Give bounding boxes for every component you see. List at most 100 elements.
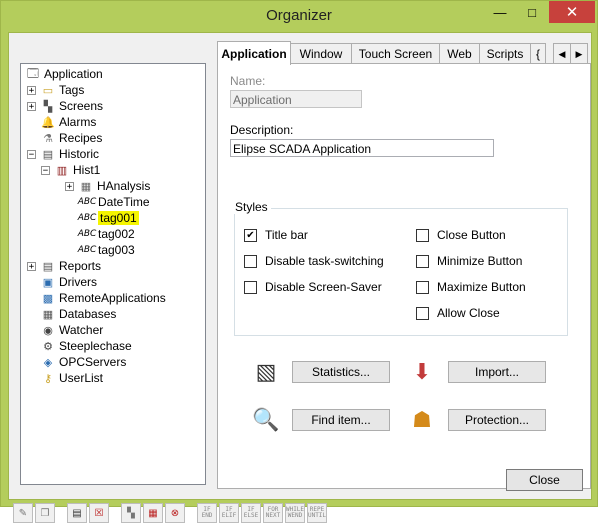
connect-icon[interactable]: ⊗ xyxy=(165,503,185,523)
application-icon: 🗔 xyxy=(27,67,39,80)
while-wend-button[interactable]: WHILE WEND xyxy=(285,503,305,523)
if-else-button[interactable]: IF ELSE xyxy=(241,503,261,523)
statistics-button[interactable]: Statistics... xyxy=(292,361,390,383)
copy-icon[interactable]: ❐ xyxy=(35,503,55,523)
statistics-icon: ▧ xyxy=(255,359,277,384)
tree-item-hist1[interactable]: − ▥ Hist1 xyxy=(41,162,100,178)
tab-application[interactable]: Application xyxy=(217,41,291,65)
check-icon: ✔ xyxy=(244,228,257,242)
tab-touch-screen[interactable]: Touch Screen xyxy=(351,43,440,64)
drivers-icon: ▣ xyxy=(42,276,54,289)
protection-icon: ☗ xyxy=(412,407,432,432)
tab-scroll-right-button[interactable]: ▶ xyxy=(570,43,588,64)
organizer-tree[interactable]: 🗔 Application + ▭ Tags + ▚ Screens 🔔 Ala… xyxy=(20,63,206,485)
tree-item-label: OPCServers xyxy=(59,355,127,369)
tree-item-application[interactable]: 🗔 Application xyxy=(25,66,103,82)
expand-icon[interactable]: + xyxy=(27,101,36,111)
maximize-button-checkbox[interactable]: Maximize Button xyxy=(416,280,526,294)
tab-scroll-left-button[interactable]: ◀ xyxy=(553,43,571,64)
tree-item-tags[interactable]: + ▭ Tags xyxy=(27,82,84,98)
tree-item-tag002[interactable]: ABC tag002 xyxy=(77,226,135,242)
tree-item-recipes[interactable]: ⚗ Recipes xyxy=(40,130,102,146)
close-window-button[interactable]: ✕ xyxy=(549,1,595,23)
tree-item-label: Application xyxy=(44,67,103,81)
checkbox-label: Disable Screen-Saver xyxy=(265,280,382,294)
tree-item-userlist[interactable]: ⚷ UserList xyxy=(40,370,103,386)
tree-item-label: tag003 xyxy=(98,243,135,257)
close-button-checkbox[interactable]: Close Button xyxy=(416,228,506,242)
key-icon: ⚷ xyxy=(43,372,53,385)
database-icon: ▦ xyxy=(42,308,54,321)
collapse-icon[interactable]: − xyxy=(27,149,36,159)
abc-icon: ABC xyxy=(77,245,97,255)
checkbox-box xyxy=(416,254,429,268)
tree-item-screens[interactable]: + ▚ Screens xyxy=(27,98,103,114)
abc-icon: ABC xyxy=(77,197,97,207)
tree-item-drivers[interactable]: ▣ Drivers xyxy=(40,274,97,290)
tree-item-steeplechase[interactable]: ⚙ Steeplechase xyxy=(40,338,132,354)
maximize-button[interactable]: □ xyxy=(517,1,547,23)
find-item-button[interactable]: Find item... xyxy=(292,409,390,431)
tree-item-reports[interactable]: + ▤ Reports xyxy=(27,258,101,274)
tab-partial[interactable]: { xyxy=(530,43,546,64)
tree-item-tag003[interactable]: ABC tag003 xyxy=(77,242,135,258)
tree-item-watcher[interactable]: ◉ Watcher xyxy=(40,322,103,338)
checkbox-box xyxy=(244,280,257,294)
hist-icon: ▥ xyxy=(56,164,68,177)
name-field[interactable]: Application xyxy=(230,90,362,108)
tree-item-historic[interactable]: − ▤ Historic xyxy=(27,146,99,162)
expand-icon[interactable]: + xyxy=(65,181,74,191)
delete-table-icon[interactable]: ☒ xyxy=(89,503,109,523)
repeat-until-button[interactable]: REPE UNTIL xyxy=(307,503,327,523)
disable-task-switching-checkbox[interactable]: Disable task-switching xyxy=(244,254,384,268)
tree-item-datetime[interactable]: ABC DateTime xyxy=(77,194,150,210)
if-elif-button[interactable]: IF ELIF xyxy=(219,503,239,523)
eraser-icon[interactable]: ✎ xyxy=(13,503,33,523)
organizer-window: Organizer — □ ✕ 🗔 Application + ▭ Tags +… xyxy=(0,0,598,523)
tree-item-opcservers[interactable]: ◈ OPCServers xyxy=(40,354,127,370)
minimize-button-checkbox[interactable]: Minimize Button xyxy=(416,254,522,268)
name-label: Name: xyxy=(230,74,266,88)
opc-icon: ◈ xyxy=(43,356,53,369)
tab-window[interactable]: Window xyxy=(290,43,352,64)
expand-icon[interactable]: + xyxy=(27,85,36,95)
for-next-button[interactable]: FOR NEXT xyxy=(263,503,283,523)
chart-add-icon[interactable]: ▚ xyxy=(121,503,141,523)
if-end-button[interactable]: IF END xyxy=(197,503,217,523)
tree-item-label: Screens xyxy=(59,99,104,113)
checkbox-box xyxy=(244,254,257,268)
alarm-bell-icon: 🔔 xyxy=(41,116,55,129)
allow-close-checkbox[interactable]: Allow Close xyxy=(416,306,500,320)
minimize-button[interactable]: — xyxy=(485,1,515,23)
tags-icon: ▭ xyxy=(42,84,54,97)
table-icon[interactable]: ▤ xyxy=(67,503,87,523)
tab-scripts[interactable]: Scripts xyxy=(479,43,531,64)
recipes-icon: ⚗ xyxy=(43,132,53,145)
expand-icon[interactable]: + xyxy=(27,261,36,271)
tree-item-alarms[interactable]: 🔔 Alarms xyxy=(40,114,96,130)
tree-item-remoteapplications[interactable]: ▩ RemoteApplications xyxy=(40,290,166,306)
close-button[interactable]: Close xyxy=(506,469,583,491)
historic-icon: ▤ xyxy=(42,148,54,161)
import-button[interactable]: Import... xyxy=(448,361,546,383)
checkbox-label: Disable task-switching xyxy=(265,254,384,268)
abc-icon: ABC xyxy=(77,229,97,239)
tree-item-hanalysis[interactable]: + ▦ HAnalysis xyxy=(65,178,150,194)
tab-strip: Application Window Touch Screen Web Scri… xyxy=(217,41,589,65)
protection-button[interactable]: Protection... xyxy=(448,409,546,431)
styles-label: Styles xyxy=(232,200,271,214)
collapse-icon[interactable]: − xyxy=(41,165,50,175)
tab-web[interactable]: Web xyxy=(439,43,480,64)
checkbox-label: Close Button xyxy=(437,228,506,242)
tree-item-databases[interactable]: ▦ Databases xyxy=(40,306,117,322)
chart-icon[interactable]: ▦ xyxy=(143,503,163,523)
tree-item-label: tag002 xyxy=(98,227,135,241)
title-bar-checkbox[interactable]: ✔ Title bar xyxy=(244,228,308,242)
tree-item-label: Tags xyxy=(59,83,85,97)
tree-item-label: tag001 xyxy=(98,211,139,225)
tree-item-label: Recipes xyxy=(59,131,103,145)
description-field[interactable]: Elipse SCADA Application xyxy=(230,139,494,157)
analysis-icon: ▦ xyxy=(80,180,92,193)
disable-screen-saver-checkbox[interactable]: Disable Screen-Saver xyxy=(244,280,382,294)
tree-item-tag001[interactable]: ABC tag001 xyxy=(78,210,139,226)
